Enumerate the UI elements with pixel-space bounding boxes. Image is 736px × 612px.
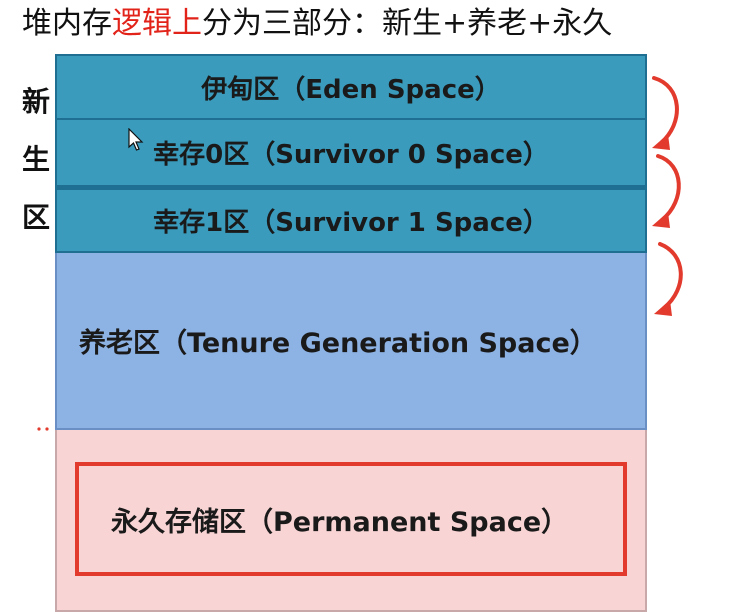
mouse-cursor-icon xyxy=(128,128,144,151)
page-title: 堆内存逻辑上分为三部分：新生+养老+永久 xyxy=(22,2,612,46)
arrowhead-icon xyxy=(652,212,670,228)
survivor-1-label: 幸存1区（Survivor 1 Space） xyxy=(153,208,549,238)
young-gen-label-char-2: 生 xyxy=(21,143,50,176)
title-prefix: 堆内存 xyxy=(22,6,112,41)
survivor-0-label: 幸存0区（Survivor 0 Space） xyxy=(153,140,549,170)
arrowhead-icon xyxy=(652,134,670,150)
title-suffix: 分为三部分：新生+养老+永久 xyxy=(202,6,613,41)
decorative-dots-icon xyxy=(37,427,49,431)
eden-space-label: 伊甸区（Eden Space） xyxy=(201,74,501,105)
eden-space-region: 伊甸区（Eden Space） xyxy=(55,54,647,120)
permanent-space-label: 永久存储区（Permanent Space） xyxy=(111,506,569,538)
curved-arrow-icon xyxy=(656,154,681,222)
curved-arrow-icon xyxy=(652,76,679,144)
tenure-generation-label: 养老区（Tenure Generation Space） xyxy=(79,328,597,359)
permanent-space-region: 永久存储区（Permanent Space） xyxy=(55,430,647,612)
promotion-arrows xyxy=(652,76,683,316)
young-gen-label-char-1: 新 xyxy=(21,85,50,118)
tenure-generation-region: 养老区（Tenure Generation Space） xyxy=(55,253,647,430)
survivor-1-region: 幸存1区（Survivor 1 Space） xyxy=(55,187,647,253)
permanent-space-highlight-box: 永久存储区（Permanent Space） xyxy=(75,462,627,576)
curved-arrow-icon xyxy=(658,242,683,310)
young-gen-label-char-3: 区 xyxy=(21,201,50,234)
title-highlight: 逻辑上 xyxy=(112,6,202,41)
arrowhead-icon xyxy=(654,300,672,316)
